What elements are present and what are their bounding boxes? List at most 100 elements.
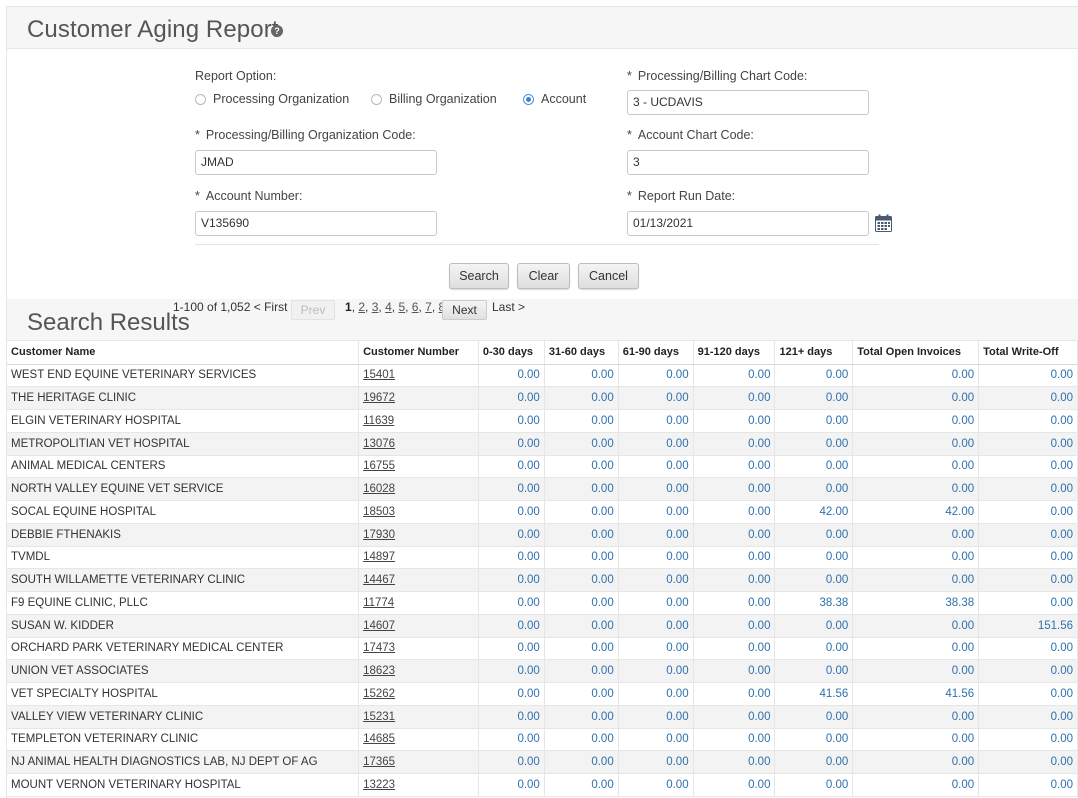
amount-cell: 0.00 — [693, 705, 776, 729]
amount-cell: 0.00 — [978, 705, 1078, 729]
amount-cell: 0.00 — [852, 523, 980, 547]
amount-cell: 0.00 — [544, 773, 619, 797]
amount-cell: 0.00 — [693, 455, 776, 479]
results-range: 1-100 of 1,052 < First — [173, 300, 287, 314]
chart-code-label-text: Processing/Billing Chart Code: — [637, 69, 808, 83]
column-header[interactable]: Customer Name — [7, 341, 360, 365]
page-link[interactable]: 5 — [398, 300, 405, 314]
customer-number-link[interactable]: 14685 — [363, 733, 395, 745]
column-header[interactable]: 0-30 days — [478, 341, 545, 365]
customer-number-link[interactable]: 17365 — [363, 756, 395, 768]
column-header[interactable]: 31-60 days — [544, 341, 619, 365]
table-row: ANIMAL MEDICAL CENTERS 16755 0.00 0.00 0.00 0… — [7, 455, 1078, 479]
account-number-label-text: Account Number: — [205, 189, 303, 203]
page-link[interactable]: 7 — [425, 300, 432, 314]
customer-number-link[interactable]: 15262 — [363, 688, 395, 700]
search-button[interactable]: Search — [449, 263, 509, 289]
customer-number-link[interactable]: 14897 — [363, 551, 395, 563]
customer-name-cell: SUSAN W. KIDDER — [7, 614, 360, 638]
amount-cell: 0.00 — [774, 659, 854, 683]
amount-cell: 0.00 — [544, 614, 619, 638]
amount-cell: 0.00 — [544, 728, 619, 752]
cancel-button[interactable]: Cancel — [578, 263, 639, 289]
customer-name-cell: SOUTH WILLAMETTE VETERINARY CLINIC — [7, 568, 360, 592]
first-page-link[interactable]: < First — [254, 300, 288, 314]
calendar-icon[interactable] — [875, 214, 892, 232]
table-row: SOCAL EQUINE HOSPITAL 18503 0.00 0.00 0.00 0.… — [7, 500, 1078, 524]
customer-number-link[interactable]: 17930 — [363, 529, 395, 541]
page-link[interactable]: 4 — [385, 300, 392, 314]
customer-number-cell: 18503 — [358, 500, 479, 524]
customer-number-cell: 14897 — [358, 546, 479, 570]
customer-number-cell: 17473 — [358, 637, 479, 661]
help-icon[interactable]: ? — [271, 25, 283, 37]
table-row: MOUNT VERNON VETERINARY HOSPITAL 13223 0.0… — [7, 773, 1078, 797]
customer-number-link[interactable]: 18503 — [363, 506, 395, 518]
results-title: Search Results — [27, 309, 190, 336]
customer-number-link[interactable]: 11774 — [363, 597, 394, 609]
amount-cell: 0.00 — [774, 364, 854, 388]
customer-number-link[interactable]: 16755 — [363, 460, 395, 472]
customer-number-link[interactable]: 14607 — [363, 620, 395, 632]
clear-button[interactable]: Clear — [517, 263, 570, 289]
amount-cell: 0.00 — [478, 568, 545, 592]
column-header[interactable]: Customer Number — [358, 341, 479, 365]
customer-number-link[interactable]: 11639 — [363, 415, 394, 427]
column-header[interactable]: 91-120 days — [693, 341, 776, 365]
customer-number-link[interactable]: 15401 — [363, 369, 395, 381]
amount-cell: 0.00 — [478, 500, 545, 524]
amount-cell: 0.00 — [852, 409, 980, 433]
amount-cell: 0.00 — [774, 386, 854, 410]
report-option-label: Report Option: — [195, 69, 277, 83]
account-number-input[interactable]: V135690 — [195, 211, 437, 236]
amount-cell: 0.00 — [478, 386, 545, 410]
amount-cell: 0.00 — [618, 750, 694, 774]
org-code-input[interactable]: JMAD — [195, 150, 437, 175]
customer-name-cell: WEST END EQUINE VETERINARY SERVICES — [7, 364, 360, 388]
customer-number-link[interactable]: 13076 — [363, 438, 395, 450]
amount-cell: 0.00 — [618, 637, 694, 661]
account-chart-input[interactable]: 3 — [627, 150, 869, 175]
page-link[interactable]: 3 — [372, 300, 379, 314]
amount-cell: 0.00 — [478, 682, 545, 706]
column-header[interactable]: Total Open Invoices — [852, 341, 980, 365]
page-link[interactable]: 2 — [358, 300, 365, 314]
customer-number-cell: 15262 — [358, 682, 479, 706]
amount-cell: 0.00 — [544, 409, 619, 433]
amount-cell: 0.00 — [618, 614, 694, 638]
amount-cell: 0.00 — [774, 523, 854, 547]
prev-button[interactable]: Prev — [291, 300, 335, 320]
customer-number-link[interactable]: 19672 — [363, 392, 395, 404]
customer-number-link[interactable]: 15231 — [363, 711, 395, 723]
customer-number-link[interactable]: 16028 — [363, 483, 395, 495]
run-date-input[interactable]: 01/13/2021 — [627, 211, 869, 236]
column-header[interactable]: 121+ days — [774, 341, 854, 365]
amount-cell: 0.00 — [978, 500, 1078, 524]
chart-code-input[interactable]: 3 - UCDAVIS — [627, 90, 869, 115]
org-code-label: * Processing/Billing Organization Code: — [195, 128, 416, 142]
page-link-current[interactable]: 1 — [345, 300, 352, 314]
amount-cell: 0.00 — [618, 523, 694, 547]
results-table: Customer Name Customer Number 0-30 days 31-… — [7, 341, 1078, 797]
customer-number-link[interactable]: 14467 — [363, 574, 395, 586]
amount-cell: 0.00 — [693, 591, 776, 615]
customer-number-link[interactable]: 18623 — [363, 665, 395, 677]
customer-name-cell: MOUNT VERNON VETERINARY HOSPITAL — [7, 773, 360, 797]
amount-cell: 0.00 — [774, 614, 854, 638]
column-header[interactable]: Total Write-Off — [978, 341, 1078, 365]
amount-cell: 0.00 — [618, 705, 694, 729]
last-page-link[interactable]: Last > — [492, 300, 525, 314]
amount-cell: 0.00 — [478, 432, 545, 456]
customer-name-cell: METROPOLITIAN VET HOSPITAL — [7, 432, 360, 456]
column-header[interactable]: 61-90 days — [618, 341, 694, 365]
page-link[interactable]: 6 — [412, 300, 419, 314]
amount-cell: 0.00 — [852, 432, 980, 456]
next-button[interactable]: Next — [442, 300, 487, 320]
amount-cell: 0.00 — [978, 591, 1078, 615]
amount-cell: 0.00 — [852, 455, 980, 479]
run-date-label: * Report Run Date: — [627, 189, 735, 203]
amount-cell: 0.00 — [852, 705, 980, 729]
customer-number-link[interactable]: 17473 — [363, 642, 395, 654]
amount-cell: 0.00 — [544, 750, 619, 774]
customer-number-link[interactable]: 13223 — [363, 779, 395, 791]
